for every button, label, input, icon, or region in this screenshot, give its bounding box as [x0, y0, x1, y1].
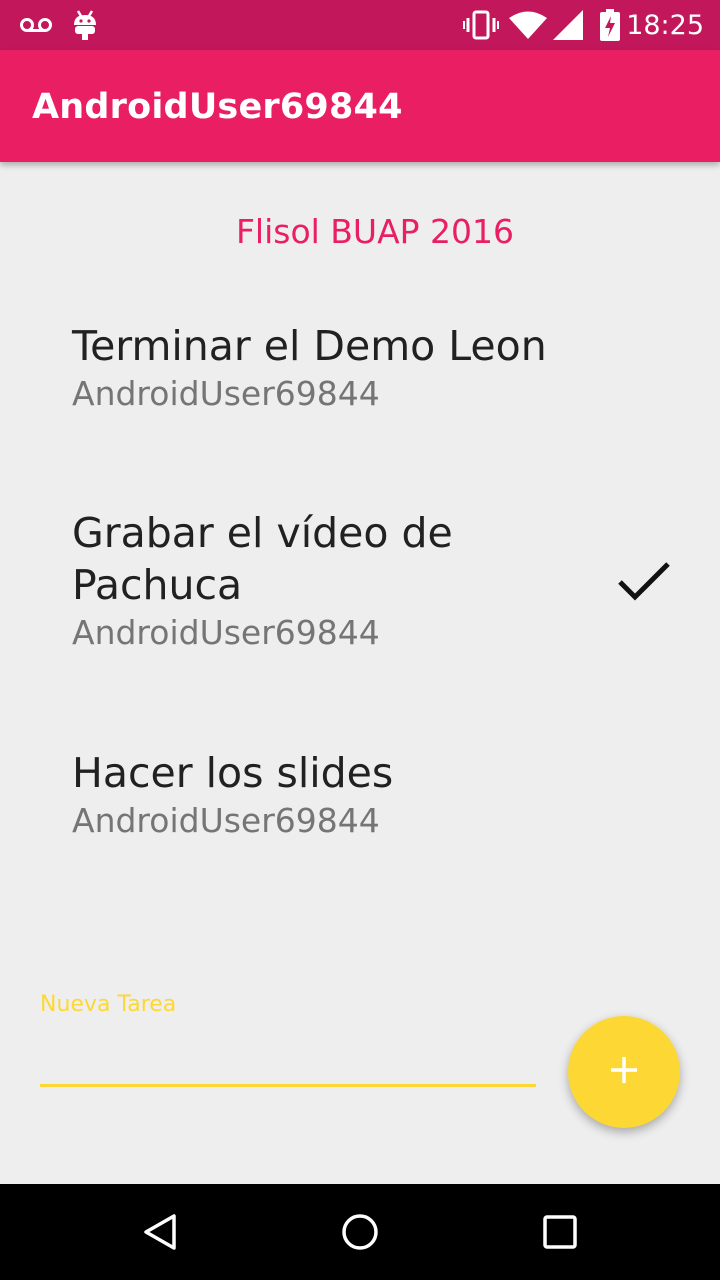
app-title: AndroidUser69844	[32, 87, 403, 127]
list-item[interactable]: Grabar el vídeo de Pachuca AndroidUser69…	[72, 507, 572, 655]
navigation-bar	[0, 1184, 720, 1280]
voicemail-icon	[18, 0, 54, 50]
vibrate-icon	[462, 0, 500, 50]
signal-icon	[552, 0, 584, 50]
status-time: 18:25	[626, 10, 704, 41]
task-user: AndroidUser69844	[72, 374, 380, 413]
check-icon[interactable]	[612, 556, 676, 608]
add-task-button[interactable]	[568, 1016, 680, 1128]
task-user: AndroidUser69844	[72, 801, 380, 840]
task-title: Grabar el vídeo de Pachuca	[72, 509, 453, 609]
android-debug-icon	[70, 0, 100, 50]
plus-icon	[609, 1055, 639, 1089]
battery-charging-icon	[598, 0, 622, 50]
list-item[interactable]: Hacer los slides AndroidUser69844	[72, 747, 572, 843]
back-icon[interactable]	[100, 1184, 220, 1280]
list-item[interactable]: Terminar el Demo Leon AndroidUser69844	[72, 320, 572, 416]
list-title: Flisol BUAP 2016	[235, 212, 515, 251]
wifi-icon	[508, 0, 548, 50]
task-title: Terminar el Demo Leon	[72, 322, 547, 370]
new-task-input[interactable]	[40, 1024, 536, 1087]
app-bar: AndroidUser69844	[0, 50, 720, 162]
task-title: Hacer los slides	[72, 749, 394, 797]
recents-icon[interactable]	[500, 1184, 620, 1280]
task-user: AndroidUser69844	[72, 613, 380, 652]
status-bar: 18:25	[0, 0, 720, 50]
new-task-label: Nueva Tarea	[40, 992, 177, 1017]
home-icon[interactable]	[300, 1184, 420, 1280]
